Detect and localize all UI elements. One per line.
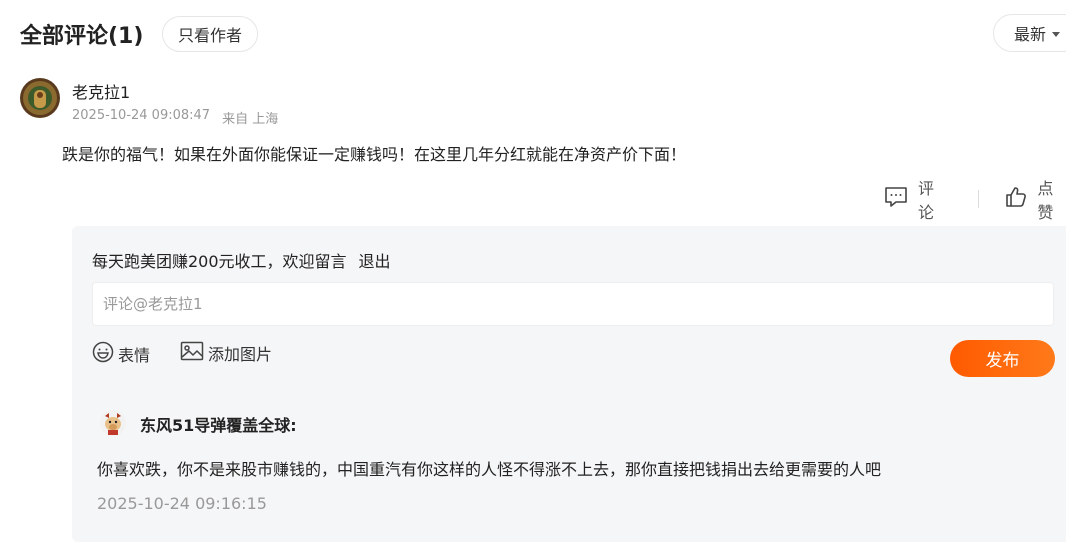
image-icon	[180, 341, 204, 365]
comment-bubble-icon	[884, 186, 908, 212]
publish-button[interactable]: 发布	[950, 340, 1055, 377]
user-welcome: 每天跑美团赚200元收工，欢迎留言 退出	[92, 248, 391, 272]
emoji-label: 表情	[118, 346, 151, 365]
author-only-button[interactable]: 只看作者	[162, 16, 258, 52]
add-image-button[interactable]: 添加图片	[180, 341, 272, 365]
emoji-button[interactable]: 表情	[92, 341, 150, 367]
action-divider	[978, 190, 980, 208]
comment-action-label: 评论	[918, 179, 935, 222]
welcome-text: 每天跑美团赚200元收工，欢迎留言	[92, 252, 347, 271]
comment-actions: 评论 点赞	[884, 175, 1066, 223]
sort-dropdown[interactable]: 最新	[993, 14, 1066, 52]
comments-header-title: 全部评论(1)	[20, 24, 144, 49]
reply-avatar[interactable]	[100, 410, 126, 436]
comment-timestamp: 2025-10-24 09:08:47	[72, 108, 211, 123]
comment-content: 跌是你的福气！如果在外面你能保证一定赚钱吗！在这里几年分红就能在净资产价下面！	[62, 145, 687, 164]
like-button[interactable]: 点赞	[1005, 175, 1066, 223]
reply-content: 你喜欢跌，你不是来股市赚钱的，中国重汽有你这样的人怪不得涨不上去，那你直接把钱捐…	[97, 460, 882, 479]
sort-label: 最新	[1014, 25, 1047, 44]
like-label: 点赞	[1037, 179, 1054, 222]
logout-link[interactable]: 退出	[359, 248, 391, 272]
reply-username[interactable]: 东风51导弹覆盖全球:	[140, 412, 297, 436]
comment-meta: 2025-10-24 09:08:47 来自 上海	[72, 108, 278, 127]
comment-location: 来自 上海	[222, 112, 279, 127]
comment-input[interactable]	[92, 282, 1054, 326]
reply-timestamp: 2025-10-24 09:16:15	[97, 494, 267, 513]
smiley-icon	[92, 341, 114, 367]
chevron-down-icon	[1052, 31, 1061, 37]
add-image-label: 添加图片	[208, 345, 273, 364]
comment-username[interactable]: 老克拉1	[72, 79, 130, 103]
comment-action-button[interactable]: 评论	[884, 175, 946, 223]
avatar[interactable]	[20, 78, 60, 118]
thumbs-up-icon	[1005, 186, 1027, 212]
